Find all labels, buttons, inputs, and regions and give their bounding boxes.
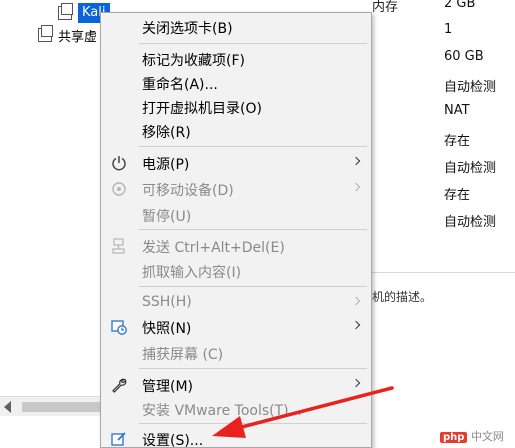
menu-item-rename[interactable]: 重命名(A)... [101, 71, 371, 95]
menu-item-settings[interactable]: 设置(S)... [101, 427, 371, 448]
settings-icon [111, 432, 126, 446]
menu-item-label: 移除(R) [142, 125, 191, 141]
menu-item-label: 暂停(U) [142, 209, 192, 225]
menu-item-label: SSH(H) [142, 294, 192, 310]
menu-separator [139, 286, 367, 287]
keyboard-shortcut-icon [112, 238, 125, 254]
tree-item-shared-vms[interactable]: 共享虚 [38, 24, 97, 46]
menu-item-send-ctrl-alt-del[interactable]: 发送 Ctrl+Alt+Del(E) [101, 234, 371, 258]
menu-item-snapshot[interactable]: 快照(N) [101, 315, 371, 339]
prop-row: NAT [372, 99, 515, 126]
menu-item-label: 打开虚拟机目录(O) [142, 101, 262, 117]
menu-item-label: 可移动设备(D) [142, 183, 234, 199]
snapshot-icon [111, 320, 127, 335]
shared-vms-icon [38, 25, 53, 42]
menu-item-ssh[interactable]: SSH(H) [101, 291, 371, 315]
watermark-brand: php [440, 432, 468, 443]
menu-item-label: 抓取输入内容(I) [142, 265, 242, 281]
menu-item-manage[interactable]: 管理(M) [101, 373, 371, 397]
menu-item-label: 关闭选项卡(B) [142, 21, 233, 37]
properties-divider [372, 272, 515, 273]
power-icon [112, 156, 126, 171]
menu-item-label: 发送 Ctrl+Alt+Del(E) [142, 240, 285, 256]
submenu-arrow-icon [351, 378, 361, 388]
menu-item-close-tab[interactable]: 关闭选项卡(B) [101, 15, 371, 39]
prop-value: NAT [444, 103, 470, 118]
menu-separator [139, 423, 367, 424]
scroll-left-arrow-icon[interactable] [4, 401, 11, 413]
prop-value: 自动检测 [444, 161, 497, 176]
prop-row: 自动检测 [372, 72, 515, 99]
prop-label: 内存 [372, 0, 399, 15]
menu-item-power[interactable]: 电源(P) [101, 151, 371, 175]
vm-properties-panel: 内存 2 GB 1 60 GB 自动检测 NAT 存在 自动检测 存在 自动检测 [372, 0, 515, 285]
menu-item-remove[interactable]: 移除(R) [101, 119, 371, 143]
menu-item-removable-devices[interactable]: 可移动设备(D) [101, 177, 371, 201]
menu-item-favorite[interactable]: 标记为收藏项(F) [101, 47, 371, 71]
prop-value: 自动检测 [444, 215, 497, 230]
menu-item-open-vm-directory[interactable]: 打开虚拟机目录(O) [101, 95, 371, 119]
menu-item-capture-screen[interactable]: 捕获屏幕 (C) [101, 341, 371, 365]
menu-item-grab-input[interactable]: 抓取输入内容(I) [101, 259, 371, 283]
menu-item-label: 电源(P) [142, 157, 190, 173]
prop-row: 1 [372, 18, 515, 45]
vm-context-menu: 关闭选项卡(B) 标记为收藏项(F) 重命名(A)... 打开虚拟机目录(O) … [100, 12, 372, 448]
prop-value: 存在 [444, 134, 471, 149]
tree-item-shared-label: 共享虚 [58, 29, 98, 45]
submenu-arrow-icon [351, 156, 361, 166]
menu-item-label: 设置(S)... [142, 433, 204, 448]
vm-description-text: 机的描述。 [372, 290, 433, 304]
prop-row: 存在 [372, 126, 515, 153]
prop-row: 自动检测 [372, 207, 515, 234]
prop-value: 1 [444, 22, 453, 37]
menu-item-install-vmware-tools[interactable]: 安装 VMware Tools(T)... [101, 397, 371, 421]
menu-item-label: 捕获屏幕 (C) [142, 347, 224, 363]
menu-separator [139, 43, 367, 44]
prop-row: 内存 2 GB [372, 0, 515, 19]
menu-item-label: 标记为收藏项(F) [142, 53, 245, 69]
menu-separator [139, 229, 367, 230]
submenu-arrow-icon [351, 182, 361, 192]
prop-value: 存在 [444, 188, 471, 203]
prop-row: 60 GB [372, 45, 515, 72]
submenu-arrow-icon [351, 320, 361, 330]
prop-row: 存在 [372, 180, 515, 207]
prop-value: 2 GB [444, 0, 476, 11]
prop-row: 自动检测 [372, 153, 515, 180]
menu-item-label: 快照(N) [142, 321, 192, 337]
menu-separator [139, 368, 367, 369]
menu-item-pause[interactable]: 暂停(U) [101, 203, 371, 227]
disc-icon [112, 182, 126, 196]
menu-item-label: 管理(M) [142, 379, 194, 395]
site-watermark: php 中文网 [440, 428, 504, 444]
vm-icon [58, 3, 73, 20]
menu-item-label: 重命名(A)... [142, 77, 218, 93]
submenu-arrow-icon [351, 296, 361, 306]
prop-value: 自动检测 [444, 80, 497, 95]
watermark-site: 中文网 [470, 430, 504, 443]
menu-item-label: 安装 VMware Tools(T)... [142, 403, 302, 419]
wrench-icon [112, 378, 127, 393]
prop-value: 60 GB [444, 49, 484, 64]
menu-separator [139, 146, 367, 147]
